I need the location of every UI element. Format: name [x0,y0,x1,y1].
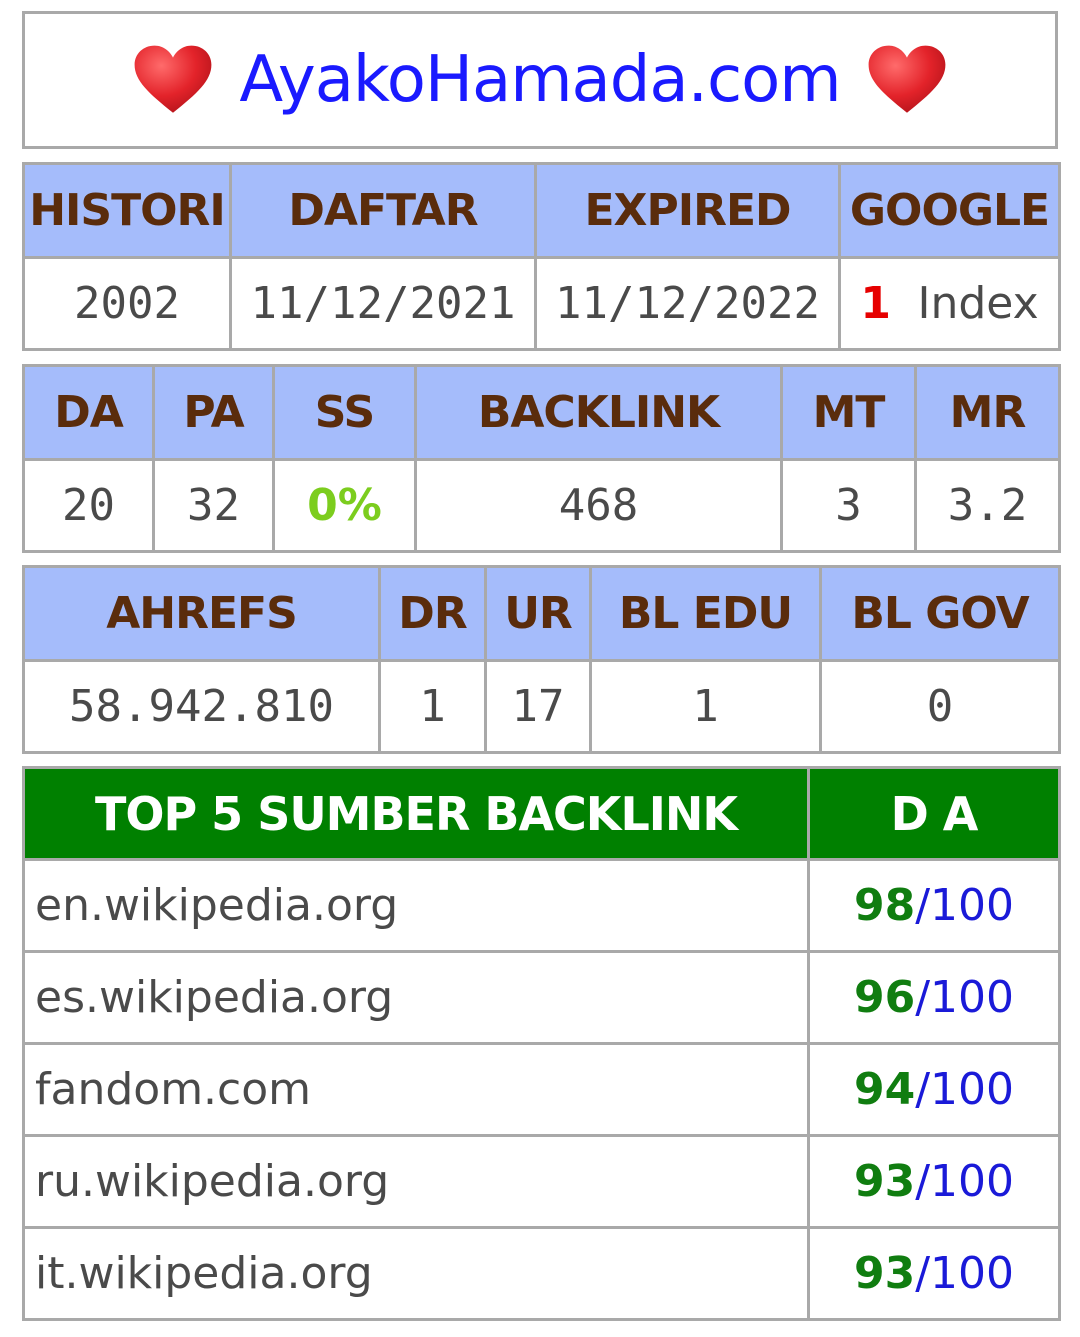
header-ss: SS [272,364,417,461]
da-separator: / [915,1156,931,1207]
header-histori: HISTORI [22,162,232,259]
google-index-count: 1 [860,278,891,329]
table-row: es.wikipedia.org 96/100 [22,950,1061,1045]
ahrefs-value: 58.942.810 [22,659,381,754]
da-max: 100 [930,1064,1015,1115]
backlink-da: 94/100 [807,1042,1061,1137]
header-bl-edu: BL EDU [589,565,822,662]
ahrefs-table: AHREFS DR UR BL EDU BL GOV 58.942.810 1 … [22,565,1061,754]
moz-metrics-table: DA PA SS BACKLINK MT MR 20 32 0% 468 3 3… [22,364,1061,553]
pa-value: 32 [152,458,275,553]
da-score: 94 [853,1064,916,1115]
header-mt: MT [780,364,917,461]
backlink-da: 93/100 [807,1226,1061,1321]
backlink-site: en.wikipedia.org [22,858,810,953]
da-score: 93 [853,1248,916,1299]
backlink-site: fandom.com [22,1042,810,1137]
backlink-da: 93/100 [807,1134,1061,1229]
header-expired: EXPIRED [534,162,841,259]
header-pa: PA [152,364,275,461]
ss-value: 0% [272,458,417,553]
da-separator: / [915,1064,931,1115]
ur-value: 17 [484,659,592,754]
header-bl-gov: BL GOV [819,565,1061,662]
backlink-site: ru.wikipedia.org [22,1134,810,1229]
table-row: ru.wikipedia.org 93/100 [22,1134,1061,1229]
bl-edu-value: 1 [589,659,822,754]
backlink-site: it.wikipedia.org [22,1226,810,1321]
header-backlink: BACKLINK [414,364,783,461]
header-mr: MR [914,364,1061,461]
da-max: 100 [930,1156,1015,1207]
da-max: 100 [930,972,1015,1023]
header-google: GOOGLE [838,162,1061,259]
heart-icon [868,45,946,113]
da-separator: / [915,1248,931,1299]
da-max: 100 [930,1248,1015,1299]
dr-value: 1 [378,659,487,754]
da-value: 20 [22,458,155,553]
da-max: 100 [930,880,1015,931]
da-score: 93 [853,1156,916,1207]
bl-gov-value: 0 [819,659,1061,754]
table-row: fandom.com 94/100 [22,1042,1061,1137]
daftar-value: 11/12/2021 [229,256,537,351]
histori-value: 2002 [22,256,232,351]
google-index-cell: 1 Index [838,256,1061,351]
heart-icon [134,45,212,113]
header-ahrefs: AHREFS [22,565,381,662]
mr-value: 3.2 [914,458,1061,553]
backlink-da: 96/100 [807,950,1061,1045]
da-score: 96 [853,972,916,1023]
top-backlinks-table: TOP 5 SUMBER BACKLINK D A en.wikipedia.o… [22,766,1061,1321]
backlink-site: es.wikipedia.org [22,950,810,1045]
mt-value: 3 [780,458,917,553]
da-score: 98 [853,880,916,931]
da-separator: / [915,880,931,931]
header-ur: UR [484,565,592,662]
header-dr: DR [378,565,487,662]
expired-value: 11/12/2022 [534,256,841,351]
table-row: it.wikipedia.org 93/100 [22,1226,1061,1321]
table-row: en.wikipedia.org 98/100 [22,858,1061,953]
domain-info-table: HISTORI DAFTAR EXPIRED GOOGLE 2002 11/12… [22,162,1061,351]
site-title: AyakoHamada.com [239,43,841,117]
backlink-da: 98/100 [807,858,1061,953]
header-da-score: D A [807,766,1061,861]
backlink-value: 468 [414,458,783,553]
header-daftar: DAFTAR [229,162,537,259]
header-top-sources: TOP 5 SUMBER BACKLINK [22,766,810,861]
header-da: DA [22,364,155,461]
da-separator: / [915,972,931,1023]
google-index-label: Index [917,278,1039,329]
site-title-banner: AyakoHamada.com [22,11,1058,149]
